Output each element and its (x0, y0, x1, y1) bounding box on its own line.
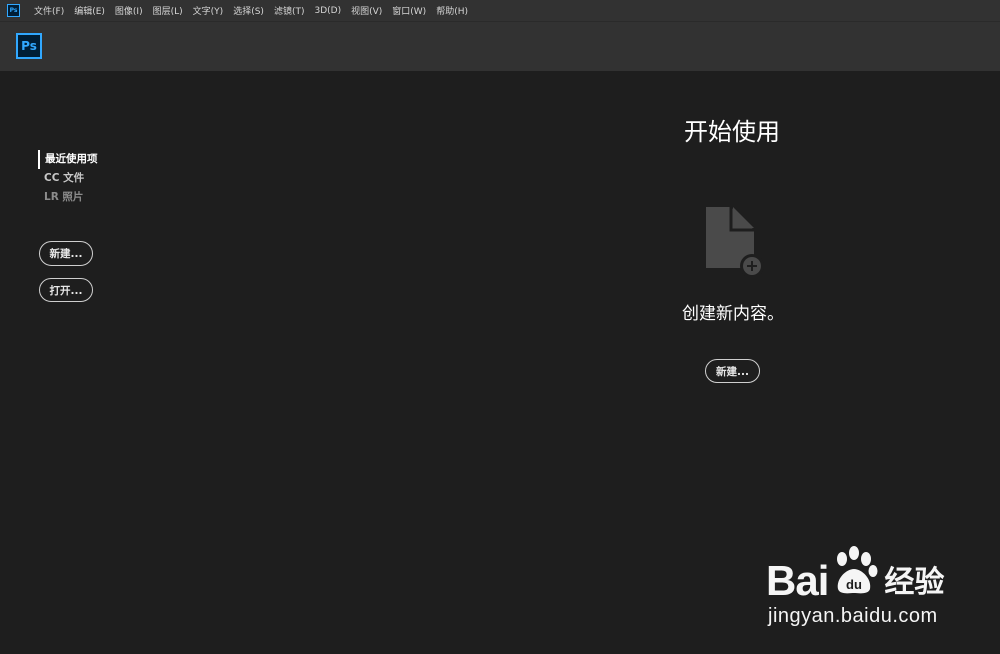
menu-edit[interactable]: 编辑(E) (74, 4, 105, 17)
page-title: 开始使用 (684, 118, 780, 146)
watermark-brand-suffix: 经验 (884, 565, 945, 600)
ps-app-icon[interactable]: Ps (7, 4, 20, 17)
menu-file[interactable]: 文件(F) (34, 4, 64, 17)
sidebar-item-lr-photos[interactable]: LR 照片 (38, 188, 158, 207)
paw-icon: du (837, 546, 878, 594)
sidebar-new-button[interactable]: 新建... (39, 241, 93, 266)
sidebar-open-button[interactable]: 打开... (39, 278, 93, 302)
create-new-text: 创建新内容。 (682, 304, 784, 324)
menu-select[interactable]: 选择(S) (233, 4, 264, 17)
watermark-url: jingyan.baidu.com (768, 605, 938, 627)
main-new-button[interactable]: 新建... (705, 359, 760, 383)
menu-bar: Ps 文件(F) 编辑(E) 图像(I) 图层(L) 文字(Y) 选择(S) 滤… (0, 0, 1000, 21)
sidebar-item-recent[interactable]: 最近使用项 (38, 150, 158, 169)
new-document-icon[interactable] (700, 205, 766, 279)
menu-window[interactable]: 窗口(W) (392, 4, 426, 17)
document-fold (733, 207, 754, 228)
menu-view[interactable]: 视图(V) (351, 4, 382, 17)
menu-layer[interactable]: 图层(L) (153, 4, 183, 17)
menu-filter[interactable]: 滤镜(T) (274, 4, 305, 17)
menu-3d[interactable]: 3D(D) (314, 6, 341, 16)
watermark-brand: Bai (766, 557, 829, 604)
ps-logo: Ps (16, 33, 42, 59)
sidebar-item-cc-files[interactable]: CC 文件 (38, 169, 158, 188)
menu-image[interactable]: 图像(I) (115, 4, 143, 17)
home-header: Ps (0, 21, 1000, 71)
menu-type[interactable]: 文字(Y) (193, 4, 224, 17)
menu-help[interactable]: 帮助(H) (436, 4, 468, 17)
baidu-watermark: Bai 经验 du jingyan.baidu.com (766, 545, 986, 635)
sidebar: 最近使用项 CC 文件 LR 照片 (38, 150, 158, 207)
svg-text:du: du (846, 577, 862, 592)
